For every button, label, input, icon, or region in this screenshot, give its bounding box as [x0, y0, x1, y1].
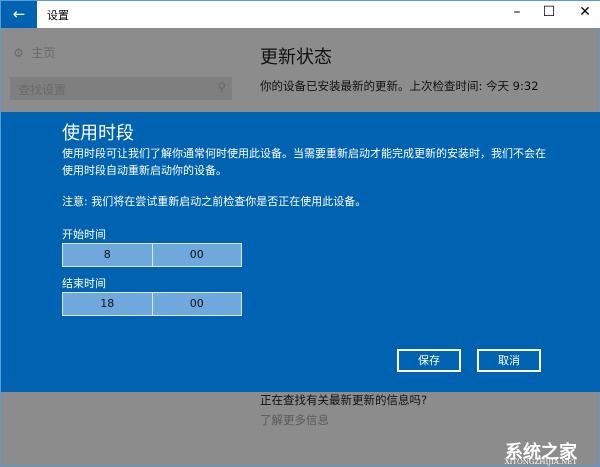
save-button[interactable]: 保存 — [397, 349, 461, 372]
close-button[interactable]: ✕ — [565, 4, 600, 20]
start-minute[interactable]: 00 — [153, 244, 242, 266]
search-placeholder: 查找设置 — [18, 83, 67, 97]
cancel-button[interactable]: 取消 — [477, 349, 541, 372]
end-time-picker[interactable]: 18 00 — [62, 292, 242, 316]
active-hours-dialog: 使用时段 使用时段可让我们了解你通常何时使用此设备。当需要重新启动才能完成更新的… — [1, 112, 600, 392]
dialog-title: 使用时段 — [62, 123, 134, 144]
start-time-label: 开始时间 — [62, 228, 106, 241]
end-hour[interactable]: 18 — [63, 293, 153, 315]
maximize-button[interactable]: ☐ — [529, 4, 569, 20]
end-minute[interactable]: 00 — [153, 293, 242, 315]
start-hour[interactable]: 8 — [63, 244, 153, 266]
home-label: 主页 — [31, 46, 56, 60]
watermark-url: XITONGZHIJIA.NET — [504, 458, 577, 466]
start-time-picker[interactable]: 8 00 — [62, 243, 242, 267]
info-question: 正在查找有关最新更新的信息吗? — [260, 393, 428, 407]
page-title: 更新状态 — [260, 47, 332, 68]
end-time-label: 结束时间 — [62, 277, 106, 290]
search-icon: ⚲ — [217, 80, 226, 94]
dialog-description: 使用时段可让我们了解你通常何时使用此设备。当需要重新启动才能完成更新的安装时，我… — [62, 147, 546, 177]
gear-icon: ⚙ — [13, 46, 24, 60]
back-button[interactable]: ← — [1, 1, 37, 28]
learn-more-link[interactable]: 了解更多信息 — [260, 412, 329, 428]
search-input[interactable]: 查找设置 ⚲ — [10, 77, 232, 100]
title-bar: ← 设置 – ☐ ✕ — [1, 1, 600, 28]
back-arrow-icon: ← — [12, 5, 26, 23]
sidebar-item-home[interactable]: ⚙ 主页 — [13, 44, 55, 61]
window-title: 设置 — [47, 9, 69, 22]
dialog-note: 注意: 我们将在尝试重新启动之前检查你是否正在使用此设备。 — [62, 195, 367, 208]
update-status: 你的设备已安装最新的更新。上次检查时间: 今天 9:32 — [260, 79, 539, 93]
